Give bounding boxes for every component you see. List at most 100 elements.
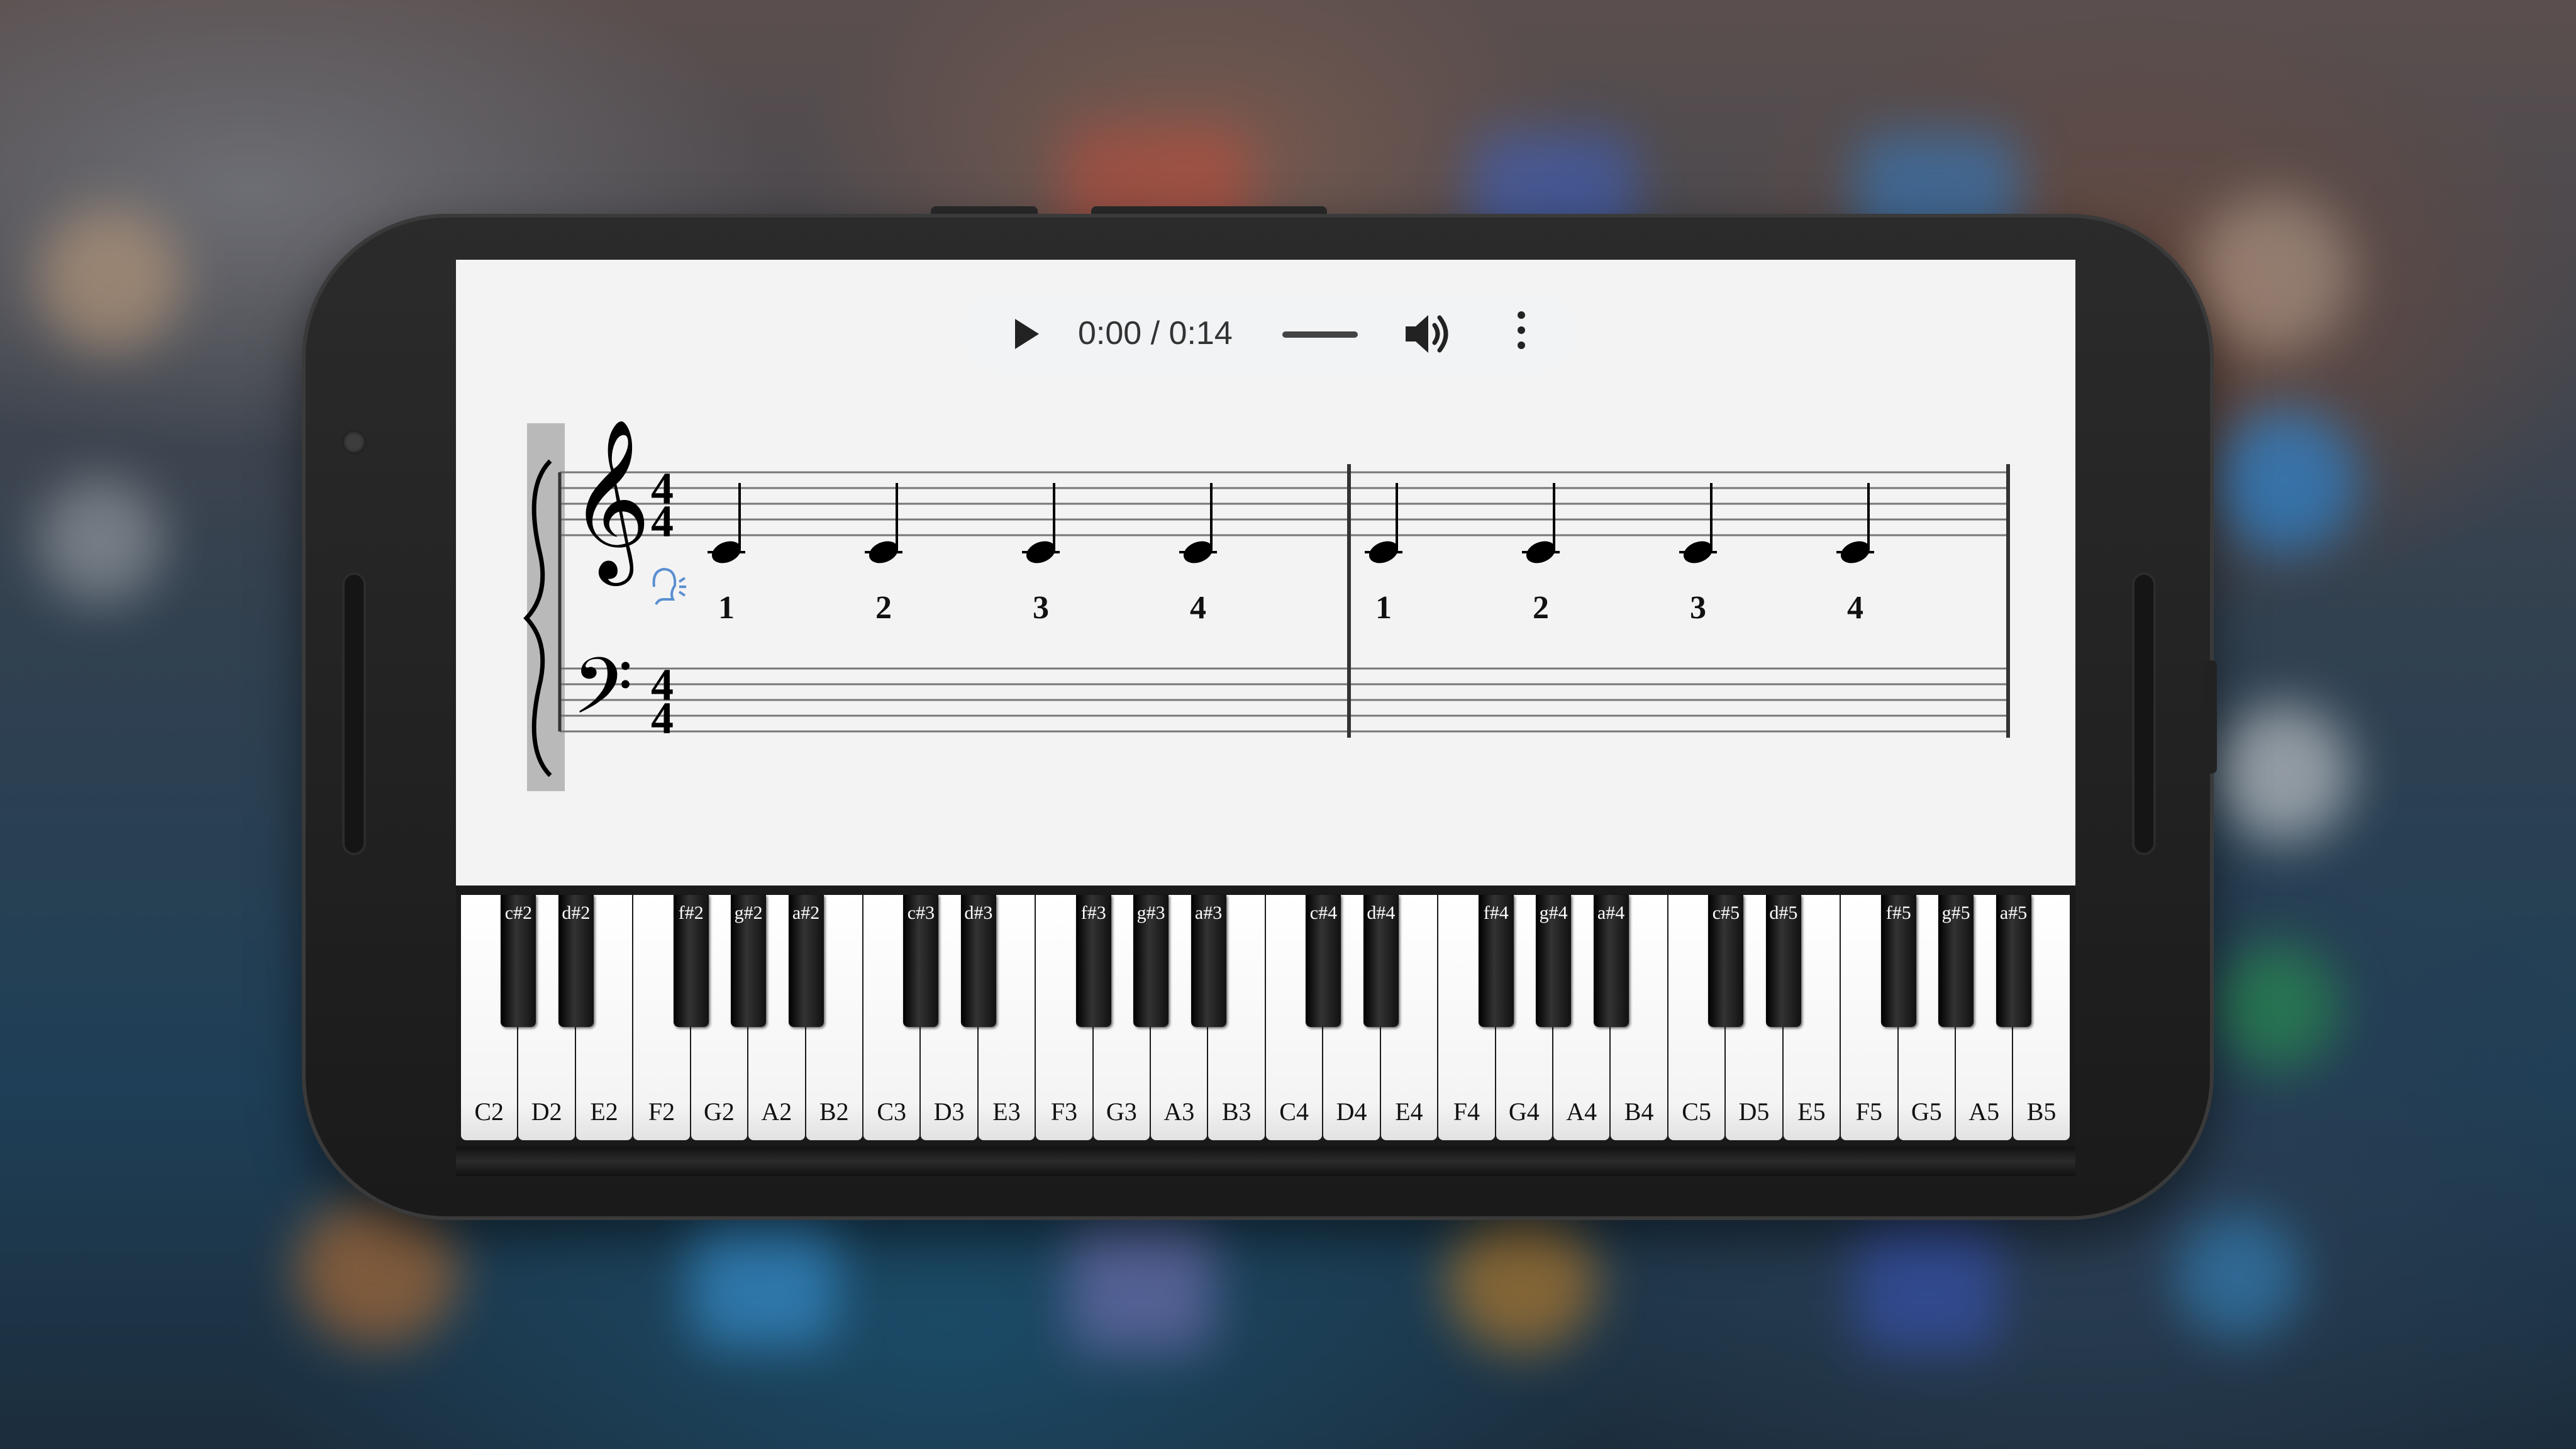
piano-key-label: a#3 — [1194, 902, 1223, 923]
piano-key-label: B5 — [2026, 1097, 2057, 1126]
piano-key-a-sharp4[interactable]: a#4 — [1593, 895, 1629, 1027]
piano-key-label: C2 — [474, 1097, 504, 1126]
piano-key-label: F3 — [1050, 1097, 1078, 1126]
piano-key-g-sharp2[interactable]: g#2 — [731, 895, 767, 1027]
piano-key-label: c#2 — [504, 902, 533, 923]
piano-key-label: D3 — [933, 1097, 965, 1126]
piano-key-label: a#5 — [1999, 902, 2028, 923]
piano-key-label: A2 — [761, 1097, 792, 1126]
piano-key-label: c#5 — [1712, 902, 1740, 923]
piano-key-f-sharp3[interactable]: f#3 — [1075, 895, 1111, 1027]
speaker-grille-left — [342, 572, 366, 855]
audio-player: 0:00 / 0:14 — [962, 292, 1578, 373]
piano-key-d-sharp4[interactable]: d#4 — [1363, 895, 1399, 1027]
beat-count-label: 4 — [1847, 590, 1863, 626]
blurred-app-icon — [1855, 1214, 2000, 1352]
piano-key-label: d#3 — [964, 902, 993, 923]
piano-key-label: a#2 — [792, 902, 820, 923]
piano-key-label: f#2 — [678, 902, 704, 923]
piano-key-label: f#5 — [1885, 902, 1911, 923]
front-camera-icon — [342, 430, 366, 454]
beat-count-label: 1 — [1375, 590, 1392, 626]
beat-count-label: 1 — [718, 590, 735, 626]
piano-key-label: A4 — [1566, 1097, 1597, 1126]
bass-clef-icon: 𝄢 — [572, 641, 633, 751]
piano-key-label: g#4 — [1539, 902, 1568, 923]
piano-key-label: B3 — [1221, 1097, 1252, 1126]
piano-key-c-sharp2[interactable]: c#2 — [501, 895, 536, 1027]
blurred-app-icon — [2176, 1214, 2302, 1340]
piano-key-label: F4 — [1453, 1097, 1480, 1126]
piano-key-label: g#5 — [1941, 902, 1970, 923]
beat-count-label: 2 — [875, 590, 892, 626]
piano-key-label: f#4 — [1483, 902, 1509, 923]
blurred-app-icon — [2195, 195, 2352, 352]
beat-count-label: 3 — [1033, 590, 1049, 626]
blurred-app-icon — [2214, 943, 2340, 1069]
piano-key-d-sharp3[interactable]: d#3 — [960, 895, 996, 1027]
piano-key-c-sharp3[interactable]: c#3 — [903, 895, 939, 1027]
piano-key-label: E3 — [992, 1097, 1021, 1126]
piano-key-label: C3 — [877, 1097, 906, 1126]
beat-count-label: 2 — [1533, 590, 1549, 626]
treble-clef-icon: 𝄞 — [569, 418, 651, 586]
blurred-app-icon — [1446, 1208, 1597, 1352]
volume-icon[interactable] — [1402, 310, 1452, 358]
treble-time-sig-bottom: 4 — [651, 496, 674, 547]
piano-key-label: d#4 — [1367, 902, 1396, 923]
piano-key-label: g#2 — [734, 902, 763, 923]
piano-key-label: G3 — [1106, 1097, 1137, 1126]
piano-key-f-sharp2[interactable]: f#2 — [673, 895, 709, 1027]
treble-staff — [560, 471, 2009, 536]
piano-key-label: c#4 — [1309, 902, 1338, 923]
piano-key-label: G2 — [703, 1097, 735, 1126]
piano-key-label: E5 — [1797, 1097, 1826, 1126]
blurred-app-icon — [2214, 704, 2352, 843]
piano-key-d-sharp5[interactable]: d#5 — [1765, 895, 1801, 1027]
piano-key-a-sharp2[interactable]: a#2 — [788, 895, 824, 1027]
blurred-app-icon — [38, 208, 182, 352]
piano-base — [456, 1146, 2075, 1176]
piano-key-label: A3 — [1163, 1097, 1195, 1126]
speaker-grille-right — [2132, 572, 2156, 855]
voice-hint-icon[interactable] — [652, 567, 686, 605]
piano-key-g-sharp3[interactable]: g#3 — [1133, 895, 1169, 1027]
piano-keyboard: C2 D2 E2 F2 G2 A2 B2 C3 D3 E3 F3 G3 A3 B3 C4 D4 E4 F4 G4 A4… — [456, 886, 2075, 1176]
piano-key-a-sharp5[interactable]: a#5 — [1996, 895, 2031, 1027]
piano-key-label: F5 — [1855, 1097, 1882, 1126]
bass-staff — [560, 667, 2009, 733]
time-display: 0:00 / 0:14 — [1078, 315, 1233, 352]
piano-key-label: d#5 — [1769, 902, 1798, 923]
more-vert-icon[interactable] — [1515, 311, 1528, 355]
piano-key-label: C5 — [1682, 1097, 1711, 1126]
piano-key-label: B4 — [1624, 1097, 1654, 1126]
blurred-app-icon — [38, 478, 164, 604]
piano-key-label: G4 — [1508, 1097, 1540, 1126]
piano-key-g-sharp5[interactable]: g#5 — [1938, 895, 1974, 1027]
piano-key-label: C4 — [1279, 1097, 1309, 1126]
piano-key-label: D5 — [1738, 1097, 1770, 1126]
bass-time-sig-bottom: 4 — [651, 693, 674, 743]
piano-key-label: E4 — [1395, 1097, 1423, 1126]
piano-key-label: A5 — [1968, 1097, 2000, 1126]
piano-key-d-sharp2[interactable]: d#2 — [558, 895, 594, 1027]
piano-key-label: B2 — [819, 1097, 849, 1126]
progress-slider[interactable] — [1282, 331, 1358, 338]
piano-key-f-sharp5[interactable]: f#5 — [1880, 895, 1916, 1027]
piano-key-c-sharp5[interactable]: c#5 — [1708, 895, 1744, 1027]
piano-key-label: g#3 — [1136, 902, 1165, 923]
piano-key-a-sharp3[interactable]: a#3 — [1191, 895, 1226, 1027]
piano-key-label: c#3 — [907, 902, 935, 923]
piano-key-label: D2 — [531, 1097, 562, 1126]
piano-key-label: E2 — [590, 1097, 618, 1126]
blurred-app-icon — [692, 1208, 836, 1346]
play-icon[interactable] — [1015, 319, 1039, 349]
piano-key-label: f#3 — [1080, 902, 1106, 923]
piano-key-c-sharp4[interactable]: c#4 — [1306, 895, 1341, 1027]
beat-count-label: 4 — [1190, 590, 1206, 626]
piano-key-label: D4 — [1336, 1097, 1367, 1126]
piano-key-g-sharp4[interactable]: g#4 — [1536, 895, 1572, 1027]
piano-key-f-sharp4[interactable]: f#4 — [1478, 895, 1514, 1027]
piano-key-label: a#4 — [1597, 902, 1625, 923]
blurred-app-icon — [1069, 1214, 1214, 1352]
